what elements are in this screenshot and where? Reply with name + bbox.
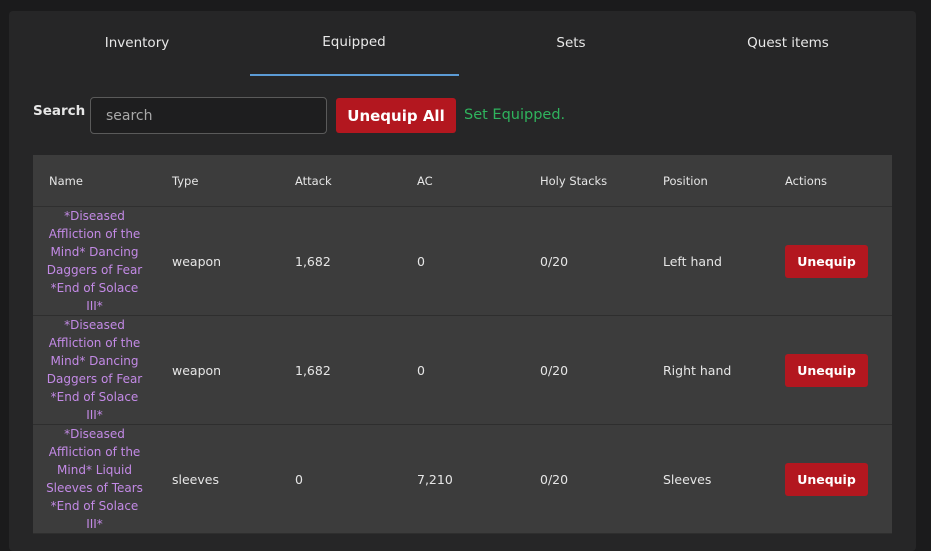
item-holy-stacks: 0/20 [524, 424, 647, 534]
item-holy-stacks: 0/20 [524, 315, 647, 425]
column-header-ac[interactable]: AC [401, 155, 524, 207]
item-type: weapon [156, 206, 279, 316]
column-header-position[interactable]: Position [647, 155, 769, 207]
unequip-all-button[interactable]: Unequip All [336, 98, 456, 133]
item-type: weapon [156, 315, 279, 425]
column-header-name[interactable]: Name [33, 155, 156, 207]
item-position: Sleeves [647, 424, 769, 534]
table-row: *Diseased Affliction of the Mind* Liquid… [33, 424, 892, 534]
item-name-link[interactable]: *Diseased Affliction of the Mind* Liquid… [33, 424, 156, 534]
item-position: Left hand [647, 206, 769, 316]
item-actions: Unequip [769, 315, 892, 425]
item-name-link[interactable]: *Diseased Affliction of the Mind* Dancin… [33, 315, 156, 425]
tab-quest-items[interactable]: Quest items [684, 11, 892, 75]
column-header-attack[interactable]: Attack [279, 155, 401, 207]
search-label: Search [33, 103, 86, 119]
table-row: *Diseased Affliction of the Mind* Dancin… [33, 315, 892, 425]
item-ac: 0 [401, 206, 524, 316]
equipment-panel: Inventory Equipped Sets Quest items Sear… [9, 11, 916, 551]
item-ac: 0 [401, 315, 524, 425]
unequip-button[interactable]: Unequip [785, 462, 868, 496]
item-attack: 1,682 [279, 315, 401, 425]
item-actions: Unequip [769, 206, 892, 316]
item-attack: 1,682 [279, 206, 401, 316]
unequip-button[interactable]: Unequip [785, 244, 868, 278]
search-input[interactable] [90, 97, 327, 134]
equipped-table: Name Type Attack AC Holy Stacks Position… [33, 155, 892, 534]
item-holy-stacks: 0/20 [524, 206, 647, 316]
item-type: sleeves [156, 424, 279, 534]
column-header-type[interactable]: Type [156, 155, 279, 207]
tab-equipped[interactable]: Equipped [250, 10, 458, 74]
tab-bar: Inventory Equipped Sets Quest items [33, 11, 901, 77]
active-tab-indicator [250, 74, 459, 76]
item-position: Right hand [647, 315, 769, 425]
unequip-button[interactable]: Unequip [785, 353, 868, 387]
column-header-holy-stacks[interactable]: Holy Stacks [524, 155, 647, 207]
item-attack: 0 [279, 424, 401, 534]
item-actions: Unequip [769, 424, 892, 534]
item-name-link[interactable]: *Diseased Affliction of the Mind* Dancin… [33, 206, 156, 316]
tab-inventory[interactable]: Inventory [33, 11, 241, 75]
tab-sets[interactable]: Sets [467, 11, 675, 75]
table-row: *Diseased Affliction of the Mind* Dancin… [33, 206, 892, 316]
table-header-row: Name Type Attack AC Holy Stacks Position… [33, 155, 892, 207]
item-ac: 7,210 [401, 424, 524, 534]
status-message: Set Equipped. [464, 107, 566, 123]
column-header-actions: Actions [769, 155, 892, 207]
